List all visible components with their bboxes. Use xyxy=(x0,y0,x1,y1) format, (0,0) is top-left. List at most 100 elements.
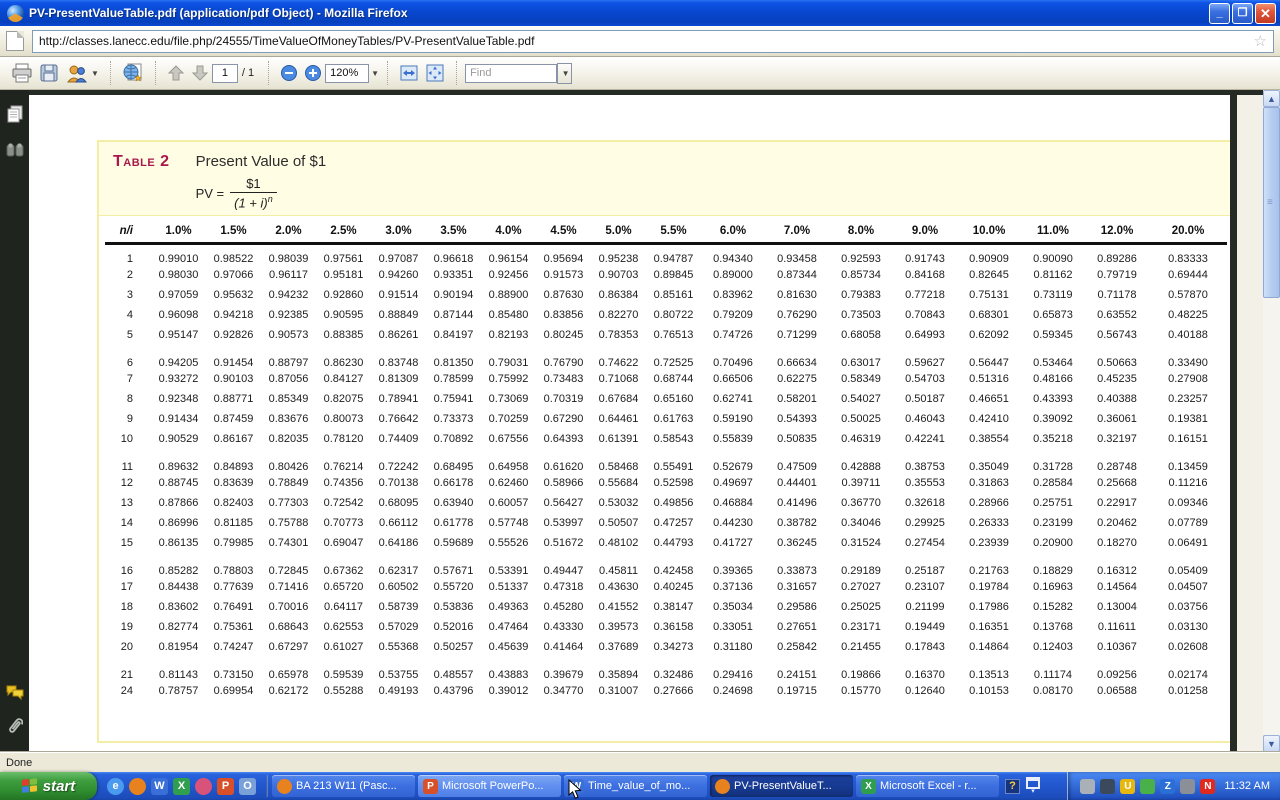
word-icon[interactable]: W xyxy=(151,778,168,795)
outlook-icon[interactable]: O xyxy=(239,778,256,795)
status-text: Done xyxy=(6,757,32,769)
pv-factor-cell: 0.83333 xyxy=(1149,244,1227,266)
table-row: 80.923480.887710.853490.820750.789410.75… xyxy=(105,389,1227,409)
print-button[interactable] xyxy=(8,60,36,86)
period-cell: 2 xyxy=(105,265,151,285)
pink-app-icon[interactable] xyxy=(195,778,212,795)
pv-factor-cell: 0.93351 xyxy=(426,265,481,285)
tray-icon-5[interactable]: Z xyxy=(1160,779,1175,794)
bookmark-star-icon[interactable]: ☆ xyxy=(1254,34,1267,49)
pv-factor-cell: 0.07789 xyxy=(1149,513,1227,533)
start-button[interactable]: start xyxy=(0,772,97,800)
zoom-caret-icon[interactable]: ▼ xyxy=(371,69,379,78)
pv-factor-cell: 0.65873 xyxy=(1021,305,1085,325)
pv-factor-cell: 0.67290 xyxy=(536,409,591,429)
tray-icon-4[interactable] xyxy=(1140,779,1155,794)
previous-page-button[interactable] xyxy=(164,60,188,86)
pv-factor-cell: 0.25187 xyxy=(893,553,957,577)
pv-factor-cell: 0.03130 xyxy=(1149,617,1227,637)
pv-factor-cell: 0.36061 xyxy=(1085,409,1149,429)
pv-factor-cell: 0.47257 xyxy=(646,513,701,533)
minimize-button[interactable]: _ xyxy=(1209,3,1230,24)
save-button[interactable] xyxy=(36,60,62,86)
task-word-doc[interactable]: WTime_value_of_mo... xyxy=(564,775,707,797)
pv-factor-cell: 0.73373 xyxy=(426,409,481,429)
pv-factor-cell: 0.60057 xyxy=(481,493,536,513)
task-powerpoint[interactable]: PMicrosoft PowerPo... xyxy=(418,775,561,797)
pv-factor-cell: 0.83676 xyxy=(261,409,316,429)
tray-icon-7[interactable]: N xyxy=(1200,779,1215,794)
pv-factor-cell: 0.79209 xyxy=(701,305,765,325)
pv-factor-cell: 0.58739 xyxy=(371,597,426,617)
task-ba213[interactable]: BA 213 W11 (Pasc... xyxy=(272,775,415,797)
task-excel[interactable]: XMicrosoft Excel - r... xyxy=(856,775,999,797)
pv-factor-cell: 0.85282 xyxy=(151,553,206,577)
collaborate-button[interactable]: ▼ xyxy=(62,60,102,86)
pv-factor-cell: 0.70319 xyxy=(536,389,591,409)
url-input[interactable]: http://classes.lanecc.edu/file.php/24555… xyxy=(32,30,1274,53)
scrollbar-thumb[interactable] xyxy=(1263,107,1280,298)
pv-factor-cell: 0.65978 xyxy=(261,657,316,681)
zoom-out-button[interactable] xyxy=(277,60,301,86)
pv-factor-cell: 0.95147 xyxy=(151,325,206,345)
pv-factor-cell: 0.28966 xyxy=(957,493,1021,513)
restore-button[interactable]: ❐ xyxy=(1232,3,1253,24)
pv-factor-cell: 0.72845 xyxy=(261,553,316,577)
pages-panel-icon[interactable] xyxy=(5,104,25,124)
pv-factor-cell: 0.22917 xyxy=(1085,493,1149,513)
pv-factor-cell: 0.48166 xyxy=(1021,369,1085,389)
tray-icon-3[interactable]: U xyxy=(1120,779,1135,794)
pv-factor-cell: 0.03756 xyxy=(1149,597,1227,617)
tray-icon-1[interactable] xyxy=(1080,779,1095,794)
period-cell: 5 xyxy=(105,325,151,345)
next-page-button[interactable] xyxy=(188,60,212,86)
attachments-panel-icon[interactable] xyxy=(5,718,25,738)
formula-equals: = xyxy=(217,186,225,201)
pv-factor-cell: 0.35034 xyxy=(701,597,765,617)
fit-page-icon xyxy=(425,63,445,83)
tray-icon-2[interactable] xyxy=(1100,779,1115,794)
pv-factor-cell: 0.19449 xyxy=(893,617,957,637)
powerpoint-icon[interactable]: P xyxy=(217,778,234,795)
taskbar-mid-icons: ? ▾ xyxy=(999,772,1046,800)
excel-icon[interactable]: X xyxy=(173,778,190,795)
vertical-scrollbar[interactable]: ▲ ▼ xyxy=(1263,90,1280,752)
pv-factor-cell: 0.91514 xyxy=(371,285,426,305)
pv-factor-cell: 0.79719 xyxy=(1085,265,1149,285)
print-icon xyxy=(11,63,33,83)
zoom-level-input[interactable]: 120% xyxy=(325,64,369,83)
pv-factor-cell: 0.21199 xyxy=(893,597,957,617)
pv-factor-cell: 0.87459 xyxy=(206,409,261,429)
task-pv-pdf[interactable]: PV-PresentValueT... xyxy=(710,775,853,797)
window-toggle[interactable]: ▾ xyxy=(1026,777,1040,795)
tray-icon-6[interactable] xyxy=(1180,779,1195,794)
scroll-down-button[interactable]: ▼ xyxy=(1263,735,1280,752)
pv-factor-cell: 0.25025 xyxy=(829,597,893,617)
bookmarks-panel-icon[interactable] xyxy=(5,140,25,160)
fit-width-button[interactable] xyxy=(396,60,422,86)
pv-factor-cell: 0.28748 xyxy=(1085,449,1149,473)
table-row: 40.960980.942180.923850.905950.888490.87… xyxy=(105,305,1227,325)
fit-page-button[interactable] xyxy=(422,60,448,86)
pv-factor-cell: 0.76642 xyxy=(371,409,426,429)
help-tray-icon[interactable]: ? xyxy=(1005,779,1020,794)
pv-factor-cell: 0.90194 xyxy=(426,285,481,305)
firefox-icon[interactable] xyxy=(129,778,146,795)
scroll-up-button[interactable]: ▲ xyxy=(1263,90,1280,107)
pv-factor-cell: 0.49193 xyxy=(371,681,426,701)
page-number-input[interactable]: 1 xyxy=(212,64,238,83)
find-input[interactable]: Find xyxy=(465,64,557,83)
pv-factor-cell: 0.45235 xyxy=(1085,369,1149,389)
table-header-band: Table 2 Present Value of $1 PV = $1 (1 +… xyxy=(99,142,1230,216)
table-row: 170.844380.776390.714160.657200.605020.5… xyxy=(105,577,1227,597)
pv-factor-cell: 0.58349 xyxy=(829,369,893,389)
task-label: Time_value_of_mo... xyxy=(588,780,690,792)
internet-explorer-icon[interactable]: e xyxy=(107,778,124,795)
zoom-in-button[interactable] xyxy=(301,60,325,86)
find-options-button[interactable]: ▼ xyxy=(557,63,572,84)
comments-panel-icon[interactable] xyxy=(5,682,25,702)
pv-factor-cell: 0.37689 xyxy=(591,637,646,657)
pv-factor-cell: 0.24151 xyxy=(765,657,829,681)
share-document-button[interactable] xyxy=(119,60,147,86)
close-button[interactable]: ✕ xyxy=(1255,3,1276,24)
